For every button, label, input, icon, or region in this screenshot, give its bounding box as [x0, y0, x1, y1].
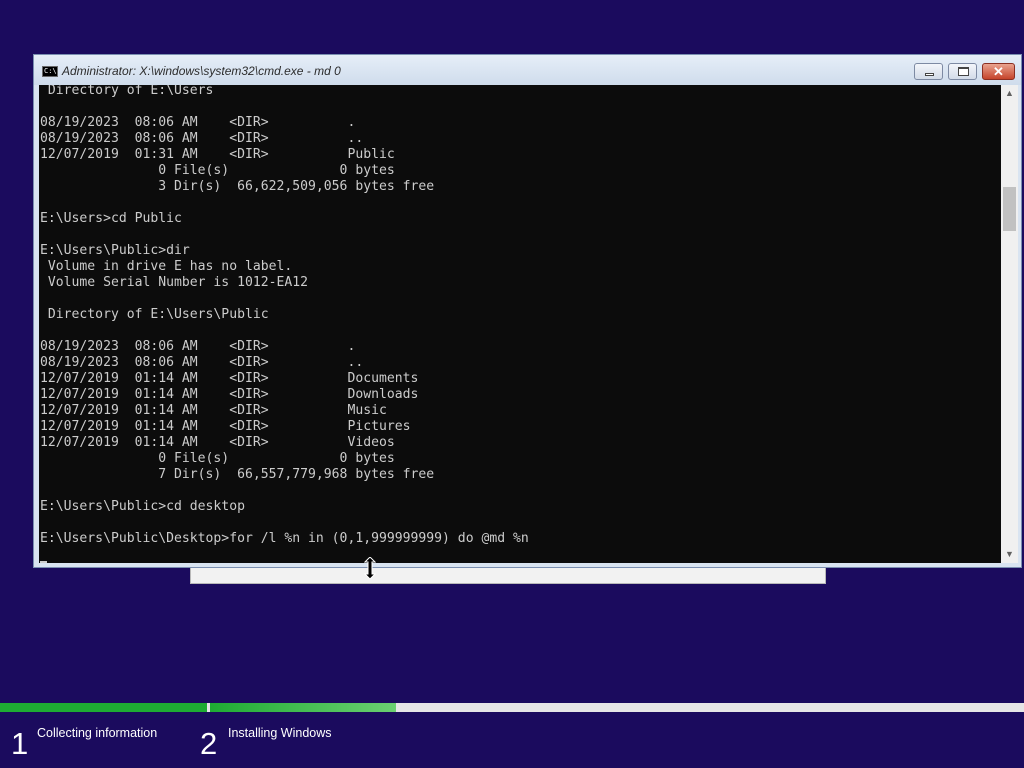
step-label: Installing Windows: [228, 726, 332, 740]
maximize-icon: [958, 67, 969, 76]
step-label: Collecting information: [37, 726, 158, 740]
minimize-button[interactable]: [914, 63, 943, 80]
close-button[interactable]: ✕: [982, 63, 1015, 80]
maximize-button[interactable]: [948, 63, 977, 80]
window-title: Administrator: X:\windows\system32\cmd.e…: [62, 64, 341, 78]
console-output[interactable]: Directory of E:\Users 08/19/2023 08:06 A…: [39, 85, 1001, 563]
cmd-window[interactable]: C:\ Administrator: X:\windows\system32\c…: [33, 54, 1022, 568]
cmd-icon[interactable]: C:\: [42, 66, 58, 77]
title-bar[interactable]: C:\ Administrator: X:\windows\system32\c…: [34, 55, 1021, 85]
progress-step1-fill: [0, 703, 207, 712]
vertical-scrollbar[interactable]: ▲ ▼: [1001, 85, 1018, 563]
setup-dialog-panel: [190, 566, 826, 584]
console-text: Directory of E:\Users 08/19/2023 08:06 A…: [40, 85, 529, 546]
cmd-icon-label: C:\: [44, 67, 57, 75]
minimize-icon: [925, 73, 934, 76]
text-cursor: [40, 561, 47, 563]
scroll-thumb[interactable]: [1003, 187, 1016, 231]
scroll-up-icon[interactable]: ▲: [1001, 85, 1018, 102]
progress-step2-fill: [210, 703, 396, 712]
close-icon: ✕: [993, 64, 1004, 79]
step-number: 2: [200, 726, 218, 761]
resize-cursor-icon: [364, 557, 376, 579]
scroll-down-icon[interactable]: ▼: [1001, 546, 1018, 563]
setup-progress-bar: [0, 703, 1024, 712]
step-number: 1: [11, 726, 29, 761]
